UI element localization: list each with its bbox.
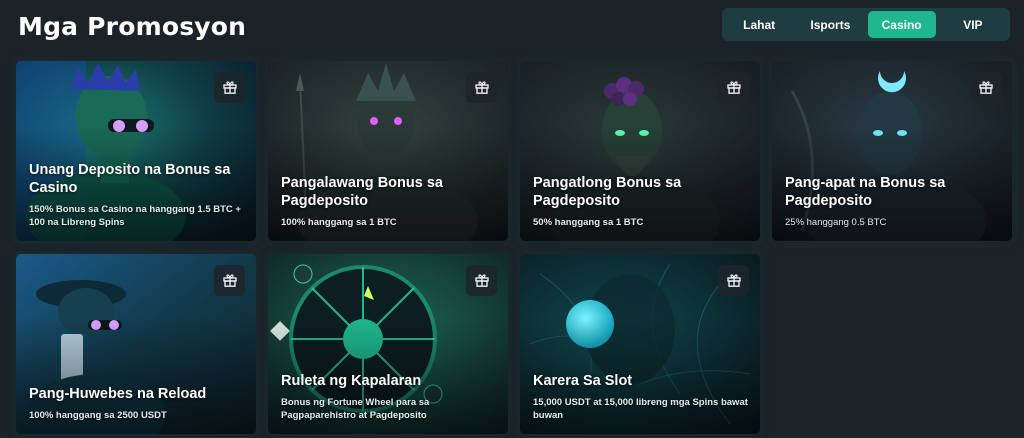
tab-vip[interactable]: VIP [939, 11, 1007, 38]
promo-filter-tabs: Lahat Isports Casino VIP [722, 8, 1010, 41]
gift-icon [466, 265, 497, 296]
gift-icon [466, 72, 497, 103]
promo-card-second-deposit[interactable]: Pangalawang Bonus sa Pagdeposito 100% ha… [268, 61, 508, 241]
promo-subtitle: 25% hanggang 0.5 BTC [785, 217, 887, 228]
promo-title: Karera Sa Slot [533, 373, 633, 389]
promo-title: Pang-Huwebes na Reload [29, 386, 207, 402]
tab-lahat[interactable]: Lahat [725, 11, 793, 38]
promo-title: Ruleta ng Kapalaran [281, 373, 422, 389]
promo-subtitle: 100% hanggang sa 2500 USDT [29, 410, 167, 421]
tab-isports[interactable]: Isports [796, 11, 864, 38]
promo-title: Unang Deposito na Bonus sa Casino [29, 162, 231, 196]
promo-title: Pangalawang Bonus sa Pagdeposito [281, 175, 443, 209]
promo-card-third-deposit[interactable]: Pangatlong Bonus sa Pagdeposito 50% hang… [520, 61, 760, 241]
promo-card-fourth-deposit[interactable]: Pang-apat na Bonus sa Pagdeposito 25% ha… [772, 61, 1012, 241]
gift-icon [214, 265, 245, 296]
gift-icon [718, 265, 749, 296]
promo-subtitle: Bonus ng Fortune Wheel para sa Pagpapare… [281, 397, 430, 421]
promo-subtitle: 50% hanggang sa 1 BTC [533, 217, 644, 228]
promo-title: Pangatlong Bonus sa Pagdeposito [533, 175, 682, 209]
promo-title: Pang-apat na Bonus sa Pagdeposito [785, 175, 946, 209]
tab-casino[interactable]: Casino [867, 11, 936, 38]
promo-subtitle: 150% Bonus sa Casino na hanggang 1.5 BTC… [29, 204, 241, 228]
page-title: Mga Promosyon [18, 12, 247, 41]
promo-card-wheel-of-fortune[interactable]: Ruleta ng Kapalaran Bonus ng Fortune Whe… [268, 254, 508, 434]
gift-icon [718, 72, 749, 103]
promo-subtitle: 100% hanggang sa 1 BTC [281, 217, 397, 228]
promo-subtitle: 15,000 USDT at 15,000 libreng mga Spins … [533, 397, 748, 421]
promo-card-slot-race[interactable]: Karera Sa Slot 15,000 USDT at 15,000 lib… [520, 254, 760, 434]
gift-icon [970, 72, 1001, 103]
promo-card-thursday-reload[interactable]: Pang-Huwebes na Reload 100% hanggang sa … [16, 254, 256, 434]
promo-card-first-deposit[interactable]: Unang Deposito na Bonus sa Casino 150% B… [16, 61, 256, 241]
gift-icon [214, 72, 245, 103]
promotions-grid: Unang Deposito na Bonus sa Casino 150% B… [16, 61, 1012, 434]
